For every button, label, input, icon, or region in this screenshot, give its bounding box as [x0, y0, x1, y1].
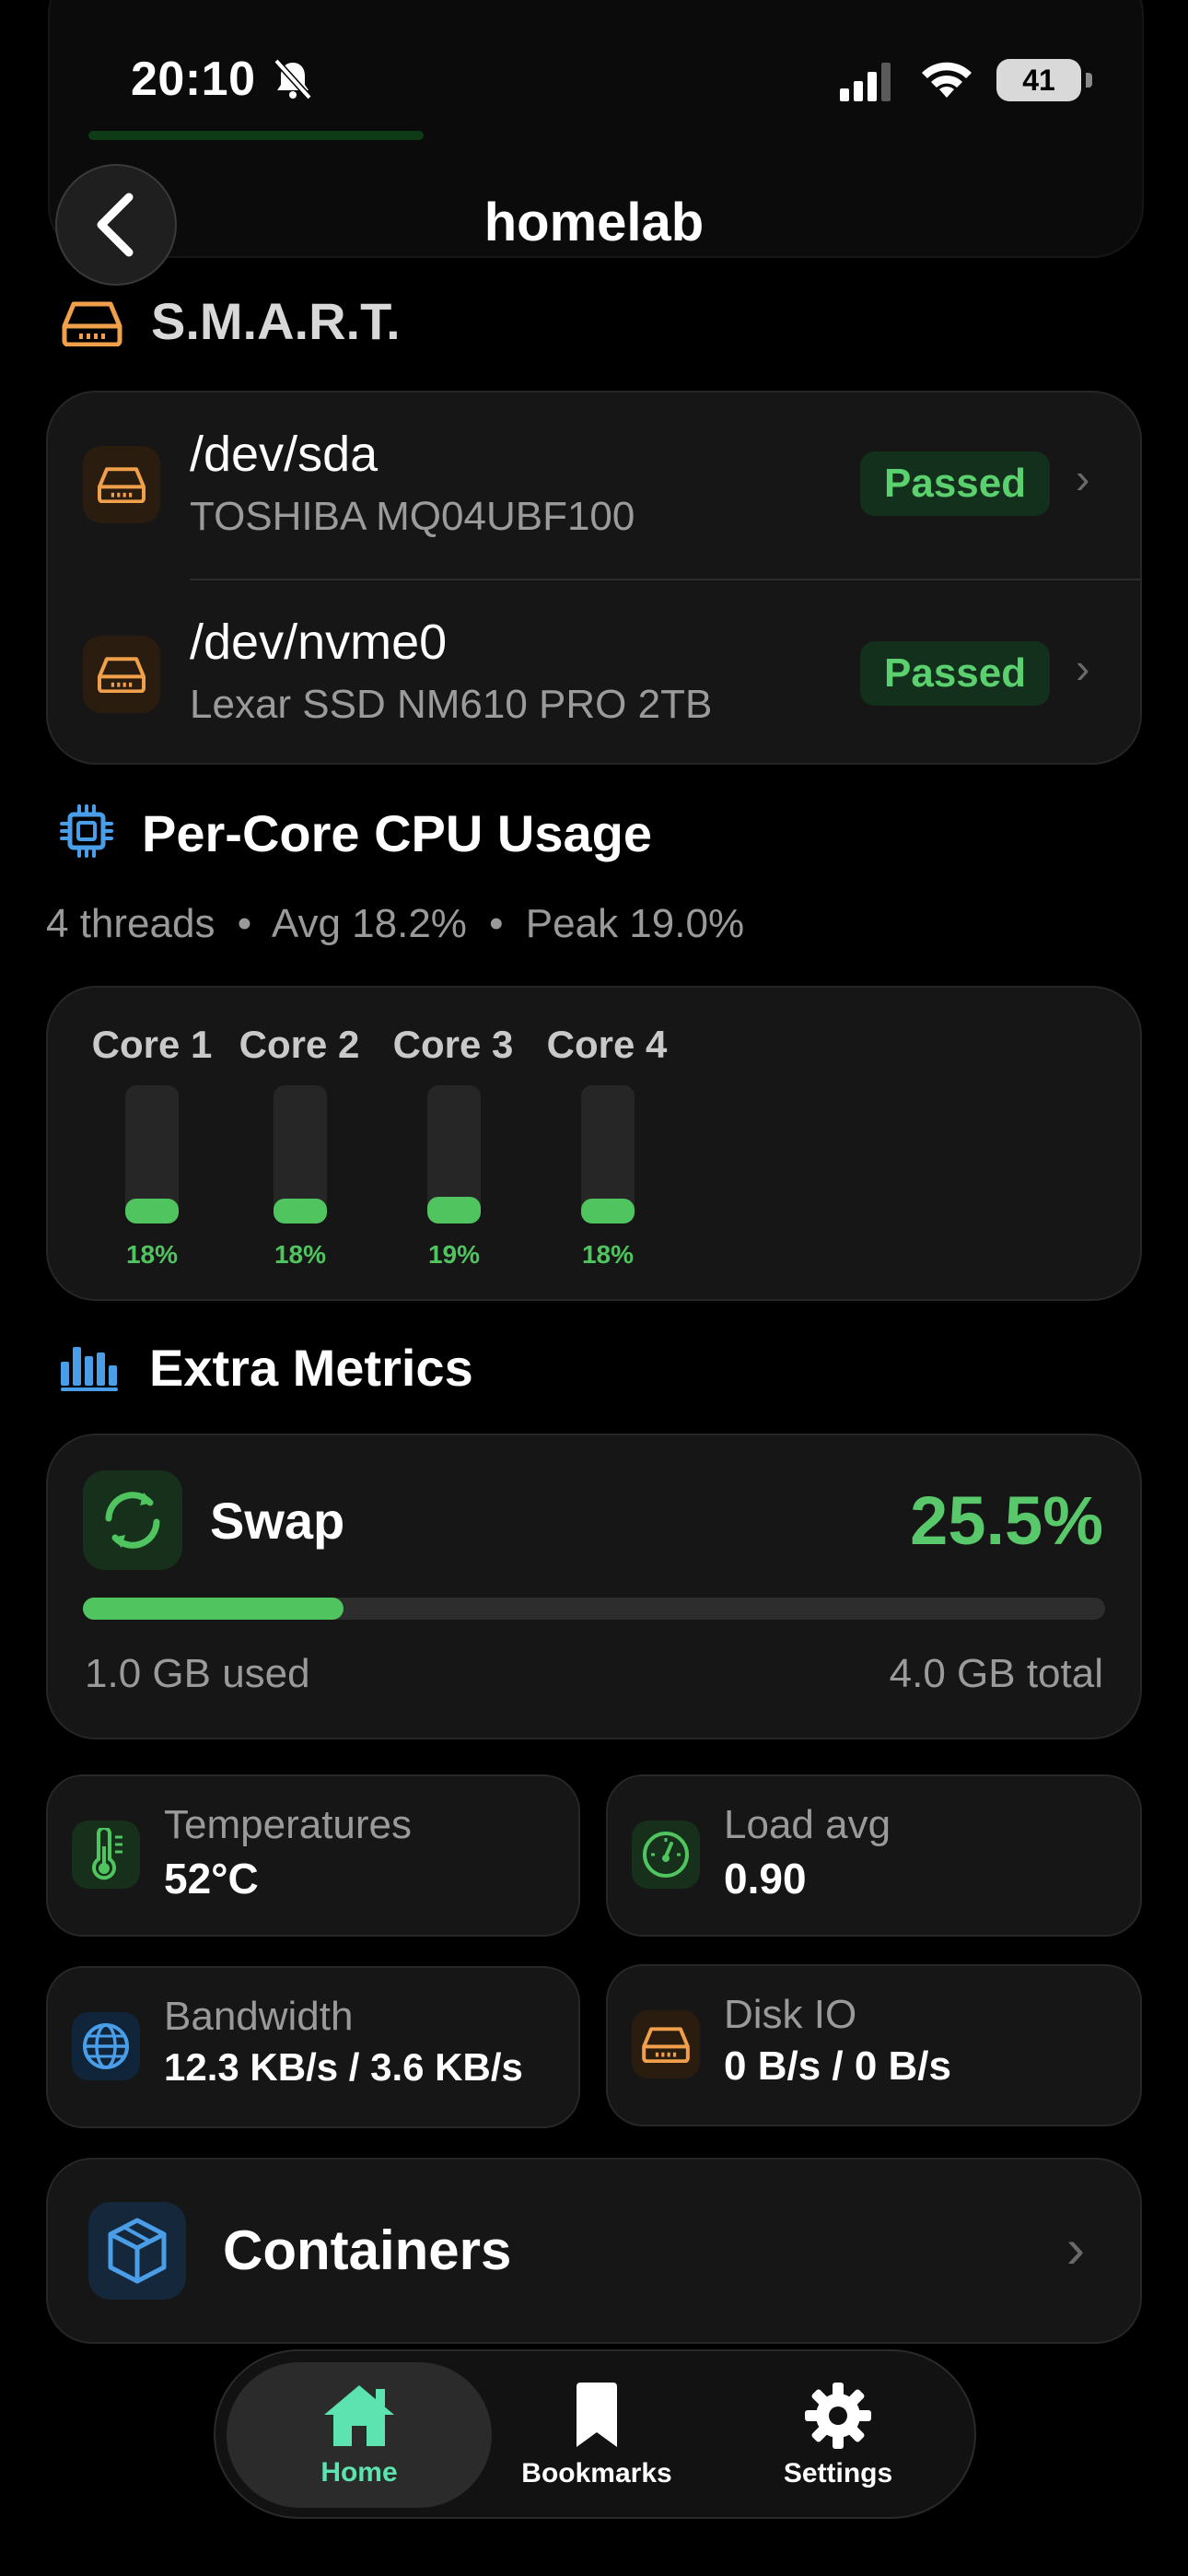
core-bar-fill [581, 1199, 635, 1224]
tab-label: Bookmarks [521, 2458, 672, 2488]
thread-count: 4 threads [46, 901, 215, 946]
tile-value: 12.3 KB/s / 3.6 KB/s [164, 2045, 523, 2089]
chevron-right-icon: › [1076, 644, 1090, 692]
swap-icon-box [83, 1470, 182, 1570]
swap-used: 1.0 GB used [85, 1651, 310, 1696]
chevron-right-icon: › [1066, 2218, 1085, 2279]
drive-icon-box [632, 2010, 700, 2078]
drive-icon [642, 2027, 690, 2063]
tile-value: 52°C [164, 1855, 259, 1903]
smart-section-title: S.M.A.R.T. [151, 292, 401, 350]
core-percent: 18% [274, 1240, 327, 1269]
core-percent: 18% [581, 1240, 635, 1269]
core-bar [274, 1085, 327, 1224]
tile-label: Load avg [724, 1802, 891, 1847]
gauge-icon [643, 1832, 689, 1878]
status-time-text: 20:10 [131, 53, 256, 106]
wifi-icon [922, 62, 972, 98]
globe-icon [83, 2023, 129, 2069]
tile-label: Bandwidth [164, 1994, 354, 2039]
battery-level: 41 [1022, 63, 1055, 97]
signal-icon [840, 63, 891, 101]
core-label: Core 4 [546, 1023, 668, 1066]
core-bar-fill [427, 1197, 481, 1224]
containers-row[interactable]: Containers › [46, 2158, 1142, 2344]
core-percent: 19% [427, 1240, 481, 1269]
silent-bell-icon [274, 58, 312, 100]
containers-icon-box [88, 2202, 186, 2300]
status-badge: Passed [860, 641, 1051, 706]
swap-total: 4.0 GB total [889, 1651, 1103, 1696]
drive-row[interactable]: /dev/nvme0 Lexar SSD NM610 PRO 2TB Passe… [48, 580, 1140, 763]
swap-percent: 25.5% [910, 1482, 1103, 1559]
tab-home[interactable]: Home [227, 2362, 492, 2508]
cpu-summary: 4 threads • Avg 18.2% • Peak 19.0% [46, 901, 745, 946]
swap-label: Swap [210, 1492, 345, 1550]
swap-progress-fill [83, 1598, 344, 1620]
drive-icon [62, 301, 122, 346]
core-bar [125, 1085, 179, 1224]
core-bar-fill [274, 1199, 327, 1224]
cpu-section-title: Per-Core CPU Usage [142, 804, 652, 862]
refresh-icon [105, 1492, 160, 1549]
globe-icon-box [72, 2012, 140, 2080]
cpu-cores-card: Core 1 Core 2 Core 3 Core 4 18% 18% 19% … [46, 986, 1142, 1301]
smart-card: /dev/sda TOSHIBA MQ04UBF100 Passed › /de… [46, 391, 1142, 765]
thermometer-icon-box [72, 1821, 140, 1889]
core-label: Core 2 [239, 1023, 360, 1066]
home-icon [324, 2385, 394, 2446]
status-badge: Passed [860, 451, 1051, 516]
drive-icon [98, 657, 146, 693]
core-bar-fill [125, 1199, 179, 1224]
drive-icon-box [83, 446, 160, 523]
containers-label: Containers [223, 2219, 512, 2281]
chevron-right-icon: › [1076, 454, 1090, 502]
swap-progress-bar [83, 1598, 1105, 1620]
status-time: 20:10 [131, 52, 256, 107]
bookmark-icon [577, 2383, 617, 2447]
bandwidth-tile[interactable]: Bandwidth 12.3 KB/s / 3.6 KB/s [46, 1966, 580, 2128]
bar-chart-icon [61, 1347, 118, 1391]
cpu-average: Avg 18.2% [271, 901, 467, 946]
core-bar [581, 1085, 635, 1224]
tile-value: 0.90 [724, 1855, 807, 1903]
box-icon [108, 2218, 167, 2284]
tab-bookmarks[interactable]: Bookmarks [464, 2362, 729, 2508]
drive-row[interactable]: /dev/sda TOSHIBA MQ04UBF100 Passed › [48, 392, 1140, 579]
cpu-icon [60, 804, 113, 858]
page-title: homelab [483, 193, 705, 252]
core-percent: 18% [125, 1240, 179, 1269]
tab-settings[interactable]: Settings [705, 2362, 971, 2508]
tab-label: Home [320, 2457, 398, 2488]
tab-bar: Home Bookmarks Settings [214, 2349, 976, 2519]
cpu-peak: Peak 19.0% [525, 901, 745, 946]
drive-device: /dev/nvme0 [190, 615, 448, 670]
drive-icon-box [83, 636, 160, 713]
core-label: Core 1 [91, 1023, 213, 1066]
tab-label: Settings [783, 2458, 893, 2488]
thermometer-icon [92, 1828, 122, 1880]
core-label: Core 3 [392, 1023, 514, 1066]
tile-label: Disk IO [724, 1992, 857, 2037]
backdrop-progress [88, 131, 424, 140]
gear-icon [805, 2383, 871, 2449]
drive-icon [98, 467, 146, 503]
temperatures-tile[interactable]: Temperatures 52°C [46, 1774, 580, 1937]
drive-model: Lexar SSD NM610 PRO 2TB [190, 682, 713, 727]
gauge-icon-box [632, 1821, 700, 1889]
disk-io-tile[interactable]: Disk IO 0 B/s / 0 B/s [606, 1964, 1142, 2126]
extra-metrics-title: Extra Metrics [149, 1339, 473, 1397]
core-bar [427, 1085, 481, 1224]
drive-device: /dev/sda [190, 427, 379, 482]
tile-label: Temperatures [164, 1802, 413, 1847]
load-average-tile[interactable]: Load avg 0.90 [606, 1774, 1142, 1937]
swap-card: Swap 25.5% 1.0 GB used 4.0 GB total [46, 1434, 1142, 1739]
battery-indicator: 41 [996, 59, 1092, 101]
tile-value: 0 B/s / 0 B/s [724, 2043, 952, 2089]
drive-model: TOSHIBA MQ04UBF100 [190, 494, 635, 539]
